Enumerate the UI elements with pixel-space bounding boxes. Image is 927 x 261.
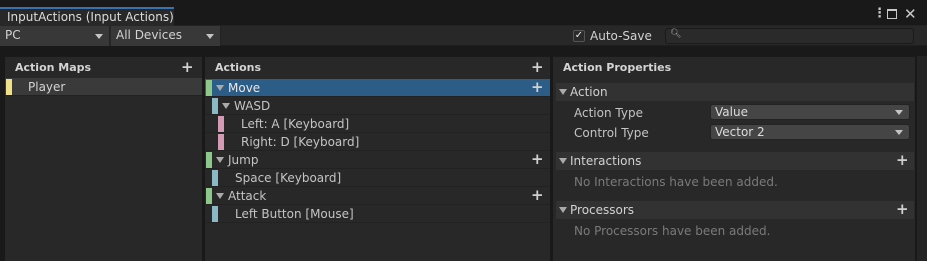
part-color-bar — [218, 116, 224, 132]
control-type-label: Control Type — [574, 126, 649, 140]
checkmark-icon: ✓ — [574, 30, 584, 41]
devices-dropdown[interactable]: All Devices — [111, 26, 221, 46]
add-binding-button[interactable]: + — [531, 152, 544, 167]
binding-row-left[interactable]: Left: A [Keyboard] — [205, 115, 550, 133]
add-processor-button[interactable]: + — [896, 202, 909, 217]
action-label: Move — [228, 81, 261, 95]
expand-triangle-icon[interactable] — [222, 103, 230, 109]
expand-triangle-icon — [559, 89, 567, 95]
control-type-value: Vector 2 — [715, 125, 765, 139]
interactions-section-header[interactable]: Interactions + — [556, 152, 914, 170]
search-icon: 🔍︎ — [670, 29, 682, 39]
action-maps-panel: Action Maps + Player — [5, 56, 202, 261]
chevron-down-icon — [206, 34, 214, 39]
composite-row-wasd[interactable]: WASD — [205, 97, 550, 115]
add-interaction-button[interactable]: + — [896, 153, 909, 168]
close-icon[interactable]: ✕ — [904, 5, 917, 23]
action-properties-header: Action Properties — [553, 57, 915, 81]
kebab-menu-icon[interactable]: ⋮ — [873, 6, 886, 21]
add-binding-button[interactable]: + — [531, 80, 544, 95]
expand-triangle-icon — [559, 207, 567, 213]
expand-triangle-icon[interactable] — [216, 157, 224, 163]
action-section-header[interactable]: Action — [556, 83, 914, 101]
auto-save-checkbox[interactable]: ✓ — [573, 30, 585, 42]
control-scheme-value: PC — [5, 28, 21, 42]
window-tab-title: InputActions (Input Actions) — [7, 10, 174, 24]
composite-label: WASD — [234, 99, 271, 113]
action-color-bar — [206, 188, 212, 204]
action-properties-panel: Action Properties Action Action Type Val… — [553, 56, 915, 261]
binding-label: Space [Keyboard] — [235, 171, 342, 185]
binding-color-bar — [212, 206, 218, 222]
auto-save-label: Auto-Save — [590, 29, 652, 43]
binding-color-bar — [212, 98, 218, 114]
control-scheme-dropdown[interactable]: PC — [0, 26, 110, 46]
action-label: Jump — [228, 153, 259, 167]
add-action-map-button[interactable]: + — [181, 60, 194, 75]
devices-value: All Devices — [116, 28, 182, 42]
action-row-attack[interactable]: Attack + — [205, 187, 550, 205]
processors-section-header[interactable]: Processors + — [556, 201, 914, 219]
expand-triangle-icon[interactable] — [216, 193, 224, 199]
action-type-dropdown[interactable]: Value — [710, 104, 910, 120]
action-section-title: Action — [570, 85, 608, 99]
action-type-value: Value — [715, 105, 748, 119]
expand-triangle-icon[interactable] — [216, 85, 224, 91]
interactions-empty-text: No Interactions have been added. — [574, 175, 778, 189]
binding-label: Right: D [Keyboard] — [241, 135, 360, 149]
action-type-label: Action Type — [574, 106, 643, 120]
binding-row-left-button[interactable]: Left Button [Mouse] — [205, 205, 550, 223]
binding-label: Left: A [Keyboard] — [241, 117, 350, 131]
action-row-move[interactable]: Move + — [205, 79, 550, 97]
chevron-down-icon — [895, 110, 903, 115]
binding-color-bar — [212, 170, 218, 186]
action-maps-title: Action Maps — [15, 61, 92, 74]
actions-header: Actions — [205, 57, 550, 81]
interactions-section-title: Interactions — [570, 154, 642, 168]
action-map-color-bar — [6, 79, 12, 95]
search-input[interactable]: 🔍︎ — [665, 28, 914, 44]
action-properties-title: Action Properties — [563, 61, 672, 74]
action-map-label: Player — [28, 80, 66, 94]
add-binding-button[interactable]: + — [531, 188, 544, 203]
expand-triangle-icon — [559, 158, 567, 164]
action-color-bar — [206, 80, 212, 96]
action-map-item[interactable]: Player — [5, 78, 202, 96]
binding-label: Left Button [Mouse] — [235, 207, 354, 221]
part-color-bar — [218, 134, 224, 150]
chevron-down-icon — [895, 130, 903, 135]
action-color-bar — [206, 152, 212, 168]
processors-empty-text: No Processors have been added. — [574, 224, 771, 238]
binding-row-space[interactable]: Space [Keyboard] — [205, 169, 550, 187]
actions-title: Actions — [215, 61, 261, 74]
processors-section-title: Processors — [570, 203, 635, 217]
chevron-down-icon — [95, 34, 103, 39]
actions-panel: Actions + Move + WASD Left: A [Keyboard]… — [205, 56, 550, 261]
action-label: Attack — [228, 189, 267, 203]
window-tab[interactable]: InputActions (Input Actions) — [0, 7, 174, 26]
right-scroll-gutter — [917, 56, 927, 261]
add-action-button[interactable]: + — [531, 60, 544, 75]
control-type-dropdown[interactable]: Vector 2 — [710, 124, 910, 140]
maximize-icon[interactable] — [887, 9, 897, 19]
action-row-jump[interactable]: Jump + — [205, 151, 550, 169]
binding-row-right[interactable]: Right: D [Keyboard] — [205, 133, 550, 151]
